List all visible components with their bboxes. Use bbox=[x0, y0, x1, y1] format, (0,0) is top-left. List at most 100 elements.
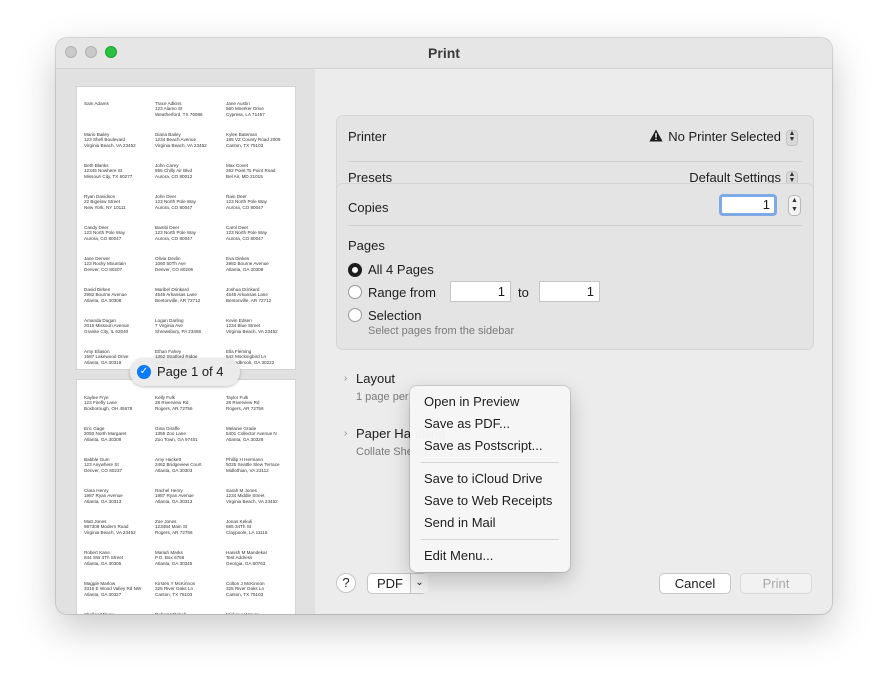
chevron-right-icon[interactable]: › bbox=[344, 428, 347, 439]
range-to-label: to bbox=[518, 285, 529, 300]
address-label: Amy Hackett 2462 Bridgeview Court Atlanta,… bbox=[155, 457, 226, 488]
address-line: 185 VZ County Road 2009 bbox=[226, 137, 281, 143]
copies-input[interactable]: 1 bbox=[719, 194, 777, 216]
address-label: Diana Bailey 1234 Beach Avenue Virginia Be… bbox=[155, 132, 226, 163]
address-line: New York, NY 10111 bbox=[84, 204, 126, 210]
address-label: Sam Adams bbox=[84, 101, 155, 132]
address-label: Amanda Dugan 2016 Missouri Avenue Granite … bbox=[84, 318, 155, 349]
address-line: Atlanta, GA 30309 bbox=[84, 436, 122, 442]
address-line: Sam Adams bbox=[84, 101, 109, 106]
address-label: John Deer 123 North Pole Way Aurora, CO 80… bbox=[155, 194, 226, 225]
checkmark-icon: ✓ bbox=[137, 365, 151, 379]
menu-item-save-to-icloud-drive[interactable]: Save to iCloud Drive bbox=[424, 471, 543, 486]
address-label: Max Covet 262 Point To Point Road Bel Air,… bbox=[226, 163, 290, 194]
address-label: Clara Henry 1987 Ryan Avenue Atlanta, GA 3… bbox=[84, 488, 155, 519]
page-thumbnail-1[interactable]: Sam Adams Trace Adkins 123 Alamo St Weather… bbox=[77, 87, 295, 396]
address-label: Rachel Henry 1987 Ryan Avenue Atlanta, GA … bbox=[155, 488, 226, 519]
page-badge-label: Page 1 of 4 bbox=[157, 364, 224, 379]
address-line: Atlanta, GA 30345 bbox=[155, 560, 193, 566]
address-label: Robert Kane 844 SW 4Th Street Atlanta, GA … bbox=[84, 550, 155, 581]
menu-item-save-to-web-receipts[interactable]: Save to Web Receipts bbox=[424, 493, 552, 508]
address-line: Atlanta, GA 30313 bbox=[84, 498, 122, 504]
menu-item-save-as-pdf[interactable]: Save as PDF... bbox=[424, 416, 510, 431]
window-title: Print bbox=[428, 45, 460, 61]
address-label: Colton J McKinnon 325 River Oaks Ln Canton… bbox=[226, 581, 290, 612]
address-label: Ryan Davidson 22 Bigelow Street New York, … bbox=[84, 194, 155, 225]
address-label: Bambi Deer 123 North Pole Way Aurora, CO 8… bbox=[155, 225, 226, 256]
address-line: Virginia Beach, VA 23452 bbox=[84, 142, 136, 148]
menu-item-edit-menu[interactable]: Edit Menu... bbox=[424, 548, 493, 563]
address-line: Missouri City, TX 60277 bbox=[84, 173, 133, 179]
address-line: Aurora, CO 80047 bbox=[226, 235, 264, 241]
address-label: Phillip H Hermann 5025 Seattle Slew Terra… bbox=[226, 457, 290, 488]
address-label: Mariah Marks P.O. Box 6766 Atlanta, GA 303… bbox=[155, 550, 226, 581]
address-line: Cypress, LA 71457 bbox=[226, 111, 265, 117]
layout-section-toggle[interactable]: Layout bbox=[356, 371, 395, 386]
address-line: Shrewsbury, PA 23458 bbox=[155, 328, 202, 334]
print-button[interactable]: Print bbox=[740, 573, 812, 594]
page-selected-badge[interactable]: ✓ Page 1 of 4 bbox=[130, 358, 240, 386]
printer-popup[interactable]: No Printer Selected ▲ ▼ bbox=[649, 129, 798, 146]
address-line: Boxborough, OH 45678 bbox=[84, 405, 133, 411]
pdf-menu-button[interactable]: PDF ⌄ bbox=[367, 573, 428, 594]
address-line: Canton, TX 75103 bbox=[155, 591, 193, 597]
address-line: Bel Air, MD 21015 bbox=[226, 173, 263, 179]
address-line: Denver, CO 80207 bbox=[84, 266, 123, 272]
copies-pages-panel: Copies 1 ▲ ▼ Pages All 4 Pages Range from… bbox=[336, 183, 814, 350]
page-thumbnail-2[interactable]: Kaylee Frye 123 Firefly Lane Boxborough, O… bbox=[77, 380, 295, 614]
address-line: Rogers, AR 72756 bbox=[155, 529, 193, 535]
address-label: Mickey V Mouse123 Disney AveLake Buena V… bbox=[226, 612, 290, 614]
address-label: Candy Deer 123 North Pole Way Aurora, CO 8… bbox=[84, 225, 155, 256]
address-label: Rain Deer 123 North Pole Way Aurora, CO 80… bbox=[226, 194, 290, 225]
address-label: Eva Dinkes 2982 Bourne Avenue Atlanta, GA … bbox=[226, 256, 290, 287]
pdf-label: PDF bbox=[377, 576, 403, 591]
printer-value: No Printer Selected bbox=[668, 129, 781, 144]
address-line: Atlanta, GA 30313 bbox=[155, 498, 193, 504]
address-line: Bentonville, AR 72712 bbox=[226, 297, 272, 303]
address-label: Babble Gum 123 Anywhere St Denver, CO 8023… bbox=[84, 457, 155, 488]
pdf-dropdown-menu: Open in Preview Save as PDF... Save as P… bbox=[410, 386, 570, 572]
address-line: Aurora, CO 80047 bbox=[155, 204, 193, 210]
address-line: Aurora, CO 80047 bbox=[226, 204, 264, 210]
address-label: Logan Darling 7 Virginia Ave Shrewsbury, P… bbox=[155, 318, 226, 349]
page-preview-sidebar[interactable]: Sam Adams Trace Adkins 123 Alamo St Weather… bbox=[56, 69, 315, 614]
menu-item-open-in-preview[interactable]: Open in Preview bbox=[424, 394, 519, 409]
range-from-input[interactable]: 1 bbox=[450, 281, 511, 302]
divider bbox=[348, 225, 802, 226]
address-label: Shelley Mitway12345 Parkway Dr.Natchitoc… bbox=[84, 612, 155, 614]
address-label: Matt Jones 987306 Modern Road Virginia Bea… bbox=[84, 519, 155, 550]
all-pages-radio[interactable] bbox=[348, 263, 362, 277]
title-bar: Print bbox=[56, 38, 832, 69]
address-label: Trace Adkins 123 Alamo St Weatherford, TX … bbox=[155, 101, 226, 132]
chevron-right-icon[interactable]: › bbox=[344, 373, 347, 384]
cancel-button[interactable]: Cancel bbox=[659, 573, 731, 594]
chevron-down-icon[interactable]: ⌄ bbox=[410, 574, 428, 593]
divider bbox=[348, 161, 802, 162]
address-line: Mickey V Mouse bbox=[226, 612, 290, 614]
address-line: Aurora, CO 80047 bbox=[84, 235, 122, 241]
address-line: Atlanta, GA 30308 bbox=[84, 297, 122, 303]
selection-radio[interactable] bbox=[348, 308, 362, 322]
menu-separator bbox=[421, 462, 559, 463]
address-label: Kylee Bateman 185 VZ County Road 2009 Cant… bbox=[226, 132, 290, 163]
address-label: Robert Mitchell44 Oak LaneDallas, TX 323… bbox=[155, 612, 226, 614]
range-to-input[interactable]: 1 bbox=[539, 281, 600, 302]
address-line: Virginia Beach, VA 23452 bbox=[226, 328, 278, 334]
address-line: Aurora, CO 80047 bbox=[155, 235, 193, 241]
range-radio[interactable] bbox=[348, 285, 362, 299]
address-label: Melanie Grade 5401 Collector Avenue N Atla… bbox=[226, 426, 290, 457]
address-label: John Carey 555 Chilly Air Blvd Aurora, CO … bbox=[155, 163, 226, 194]
copies-label: Copies bbox=[348, 200, 389, 215]
address-label: Kaylee Frye 123 Firefly Lane Boxborough, O… bbox=[84, 395, 155, 426]
menu-item-send-in-mail[interactable]: Send in Mail bbox=[424, 515, 496, 530]
address-line: Robert Mitchell bbox=[155, 612, 226, 614]
popup-chevron-icon: ▲ ▼ bbox=[786, 129, 798, 146]
address-line: Granite City, IL 62040 bbox=[84, 328, 129, 334]
address-line: Georgia, GA 80763 bbox=[226, 560, 266, 566]
copies-stepper[interactable]: ▲ ▼ bbox=[788, 195, 801, 216]
address-line: Claypoole, LA 11115 bbox=[226, 529, 268, 535]
menu-item-save-as-postscript[interactable]: Save as Postscript... bbox=[424, 438, 543, 453]
address-line: Rogers, AR 72756 bbox=[226, 405, 264, 411]
help-button[interactable]: ? bbox=[336, 573, 356, 593]
address-line: Virginia Beach, VA 23452 bbox=[84, 529, 136, 535]
